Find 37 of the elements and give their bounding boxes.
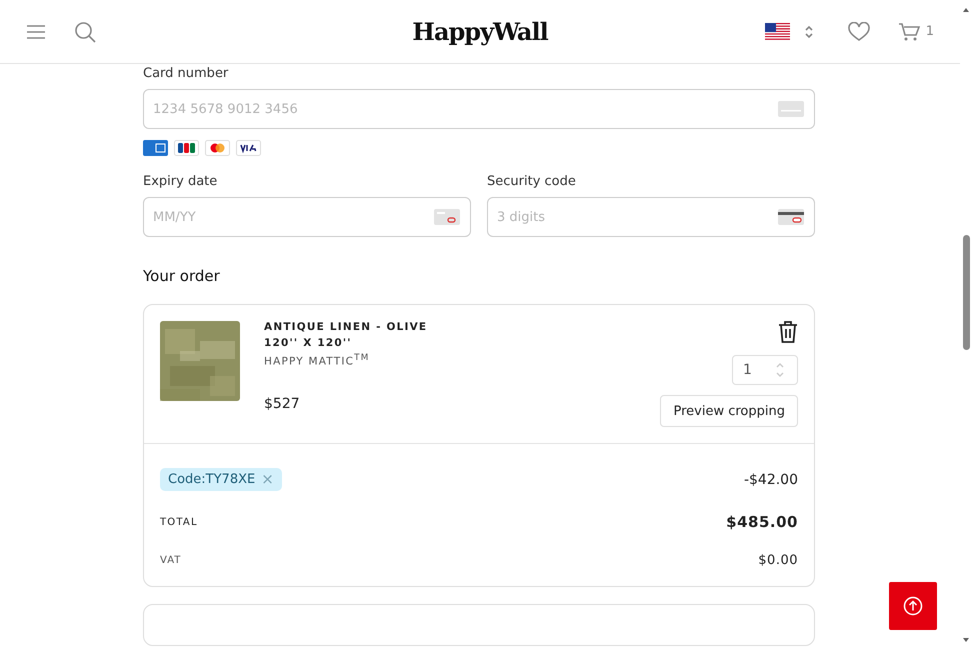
vat-label: VAT <box>160 555 182 566</box>
search-icon[interactable] <box>74 20 96 42</box>
vat-value: $0.00 <box>758 553 798 568</box>
preview-cropping-button[interactable]: Preview cropping <box>660 395 798 427</box>
product-size: 120'' X 120'' <box>264 337 353 349</box>
section-title: Your order <box>143 267 221 285</box>
card-icon <box>778 101 804 117</box>
card-icon <box>434 209 460 225</box>
scroll-to-top-button[interactable] <box>889 582 937 630</box>
field-label: Expiry date <box>143 174 218 189</box>
cart-icon[interactable] <box>898 22 920 42</box>
visa-logo-icon <box>236 140 261 156</box>
quantity-value: 1 <box>743 362 752 378</box>
product-name: ANTIQUE LINEN - OLIVE <box>264 321 428 333</box>
heart-icon[interactable] <box>848 22 870 42</box>
card-back-icon <box>778 209 804 225</box>
up-down-chevron-icon[interactable] <box>804 24 814 40</box>
trash-icon[interactable] <box>778 321 798 343</box>
product-material: HAPPY MATTIC$^{TM}$ <box>264 353 370 368</box>
discount-code: Code:TY78XE <box>168 472 256 487</box>
total-value: $485.00 <box>726 513 798 531</box>
discount-amount: -$42.00 <box>744 472 798 488</box>
cart-count: 1 <box>926 24 934 39</box>
card-number-field[interactable]: 1234 5678 9012 3456 <box>143 89 815 129</box>
total-label: TOTAL <box>160 516 198 528</box>
flag-icon[interactable] <box>764 22 790 40</box>
quantity-field[interactable]: 1 <box>732 355 798 385</box>
mastercard-logo-icon <box>205 140 230 156</box>
menu-icon[interactable] <box>26 24 46 40</box>
amex-logo-icon <box>143 140 168 156</box>
security-code-field[interactable]: 3 digits <box>487 197 815 237</box>
field-label: Security code <box>487 174 577 189</box>
expiry-date-field[interactable]: MM/YY <box>143 197 471 237</box>
jcb-logo-icon <box>174 140 199 156</box>
product-price: $527 <box>264 396 301 412</box>
field-label: Card number <box>143 66 230 81</box>
logo[interactable]: HappyWall <box>412 17 548 46</box>
